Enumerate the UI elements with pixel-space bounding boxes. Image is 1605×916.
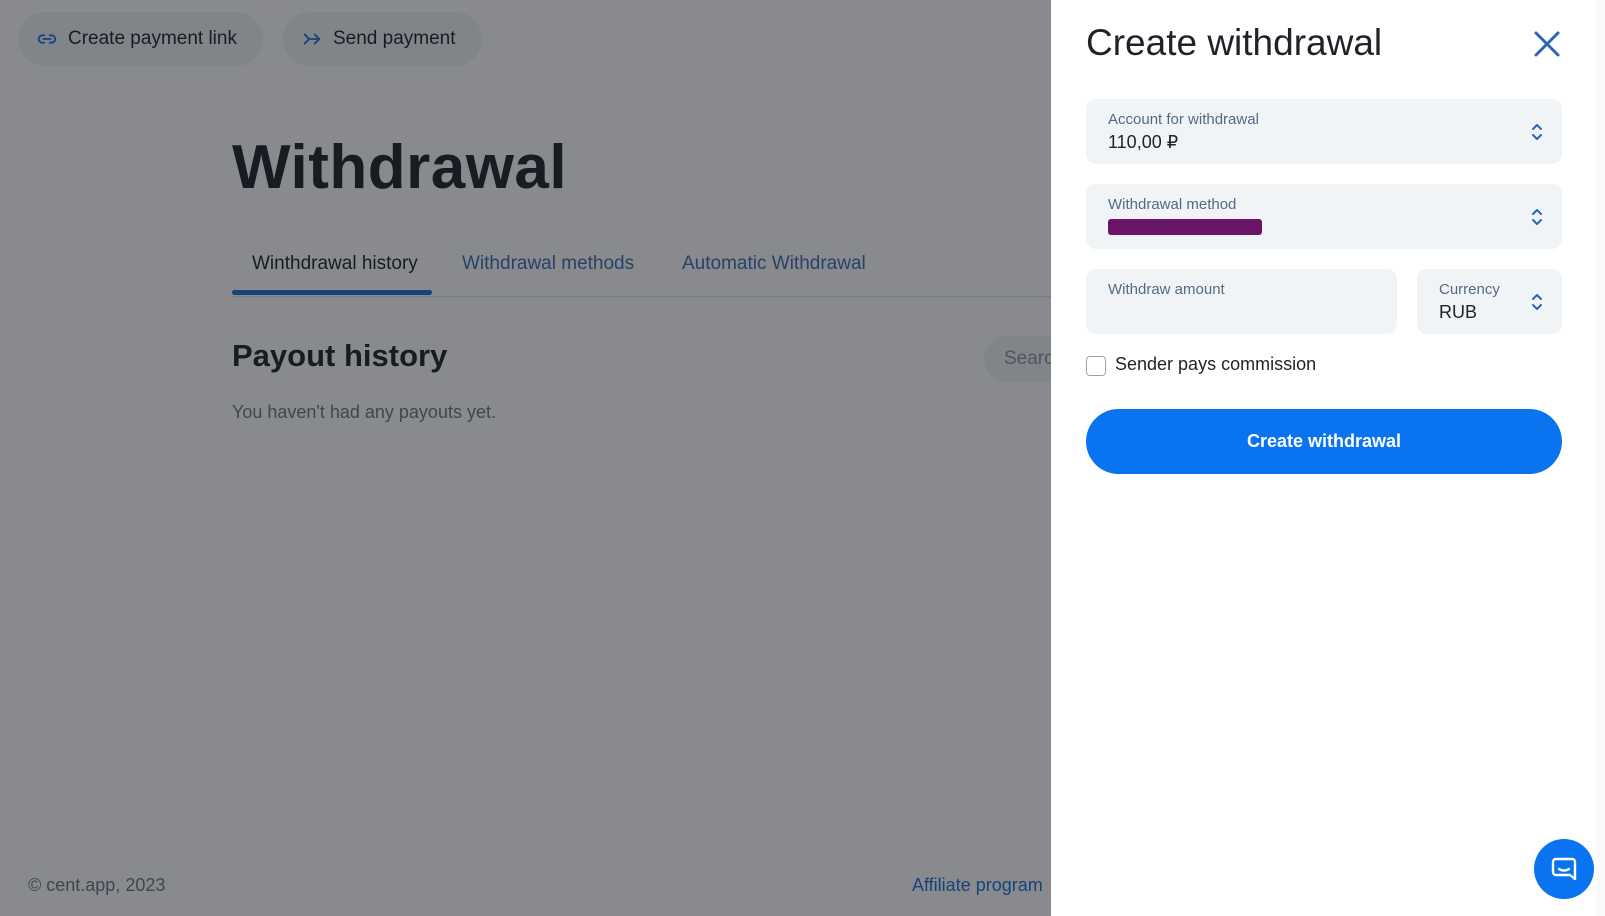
currency-value: RUB (1439, 302, 1478, 322)
redacted-method-value (1108, 219, 1262, 235)
currency-label: Currency (1439, 281, 1500, 298)
withdraw-amount-field[interactable]: Withdraw amount (1086, 269, 1397, 334)
sender-pays-checkbox[interactable] (1086, 356, 1106, 376)
chevron-updown-icon (1532, 208, 1542, 225)
close-icon[interactable] (1527, 24, 1567, 64)
panel-title: Create withdrawal (1086, 22, 1383, 63)
chat-button[interactable] (1534, 839, 1594, 899)
account-label: Account for withdrawal (1108, 111, 1259, 128)
chevron-updown-icon (1532, 123, 1542, 140)
chevron-updown-icon (1532, 293, 1542, 310)
account-value: 110,00 ₽ (1108, 132, 1179, 152)
withdrawal-method-select[interactable]: Withdrawal method (1086, 184, 1562, 249)
create-withdrawal-panel: Create withdrawal Account for withdrawal… (1051, 0, 1596, 916)
chat-icon (1551, 857, 1577, 881)
withdraw-amount-label: Withdraw amount (1108, 281, 1225, 298)
create-withdrawal-button[interactable]: Create withdrawal (1086, 409, 1562, 474)
withdrawal-method-label: Withdrawal method (1108, 196, 1237, 213)
account-select[interactable]: Account for withdrawal 110,00 ₽ (1086, 99, 1562, 164)
sender-pays-label[interactable]: Sender pays commission (1115, 354, 1316, 375)
scrollbar[interactable] (1596, 0, 1605, 916)
currency-select[interactable]: Currency RUB (1417, 269, 1562, 334)
